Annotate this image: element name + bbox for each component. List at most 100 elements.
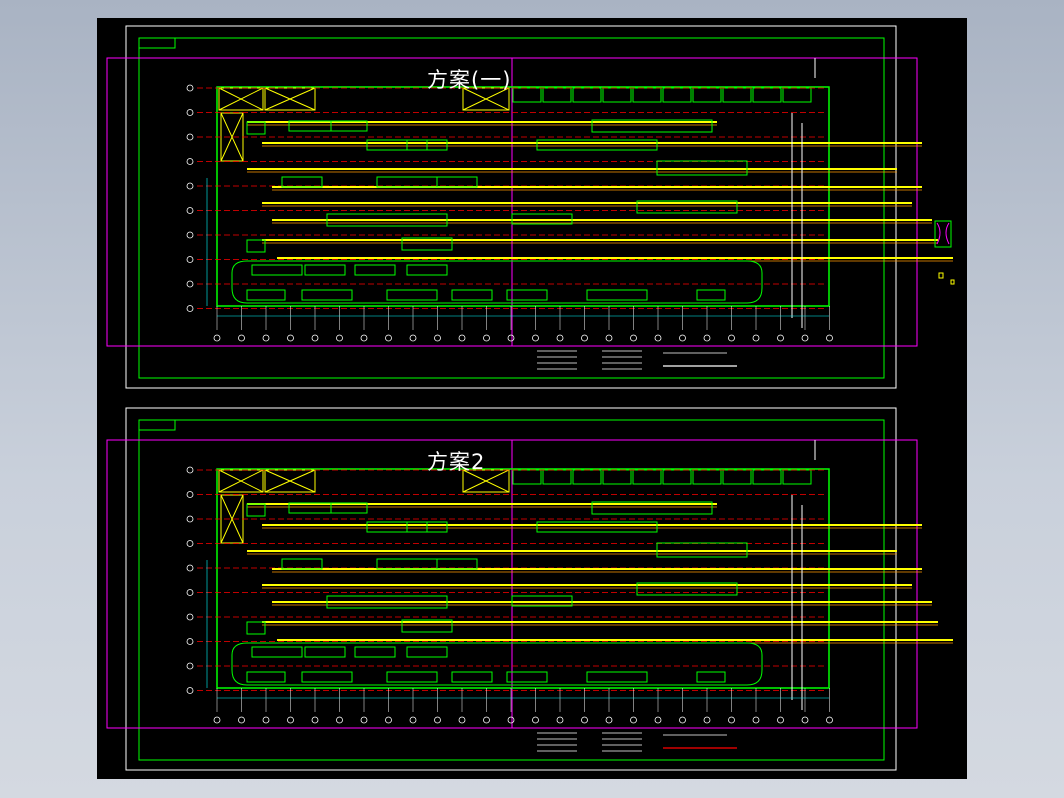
column-axis-marker [703, 716, 711, 724]
room-cell [512, 469, 542, 485]
row-axis-marker [186, 84, 194, 92]
title-tab [138, 419, 176, 431]
row-axis-marker [186, 515, 194, 523]
column-axis-marker [409, 716, 417, 724]
column-axis-marker [213, 334, 221, 342]
process-station [281, 558, 323, 570]
column-axis-marker [679, 716, 686, 724]
column-axis-marker [752, 716, 760, 724]
room-cell [572, 87, 602, 103]
room-cell [542, 469, 572, 485]
column-axis-marker [287, 334, 294, 342]
process-station [246, 503, 266, 517]
plan-1-title: 方案(一) [427, 68, 512, 92]
loop-station [386, 671, 438, 683]
column-axis-marker [605, 716, 613, 724]
loop-station [386, 289, 438, 301]
column-axis-marker [826, 334, 833, 342]
room-cell [512, 87, 542, 103]
column-axis-marker [238, 716, 245, 724]
column-axis-marker [262, 334, 270, 342]
row-axis-marker [186, 158, 194, 165]
column-axis-marker [581, 334, 588, 342]
column-axis-marker [483, 334, 490, 342]
column-axis-marker [728, 716, 735, 724]
row-axis-marker [186, 540, 194, 547]
loop-station [406, 264, 448, 276]
column-axis-marker [752, 334, 760, 342]
row-axis-marker [186, 231, 194, 239]
title-tab [138, 37, 176, 49]
room-cell [632, 469, 662, 485]
row-axis-marker [186, 182, 194, 190]
room-cell [722, 87, 752, 103]
room-cell [542, 87, 572, 103]
process-station [376, 558, 438, 570]
loop-station [451, 671, 493, 683]
column-axis-marker [213, 716, 221, 724]
column-axis-marker [630, 716, 637, 724]
row-axis-marker [186, 589, 194, 596]
legend-mark [938, 272, 944, 279]
column-axis-marker [360, 716, 368, 724]
process-station [281, 176, 323, 188]
room-cell [602, 87, 632, 103]
room-cell [782, 469, 812, 485]
column-axis-marker [336, 334, 343, 342]
sheet-frame [125, 407, 897, 771]
room-cell [572, 469, 602, 485]
loop-station [354, 646, 396, 658]
process-station [366, 521, 428, 533]
row-axis-marker [186, 256, 194, 263]
loop-station [696, 289, 726, 301]
cad-drawing [106, 25, 955, 771]
column-axis-marker [262, 716, 270, 724]
process-station [536, 521, 658, 533]
row-axis-marker [186, 280, 194, 288]
row-axis-marker [186, 207, 194, 214]
room-cell [752, 87, 782, 103]
room-cell [632, 87, 662, 103]
column-axis-marker [777, 716, 784, 724]
row-axis-marker [186, 638, 194, 645]
column-axis-marker [654, 716, 662, 724]
column-axis-marker [801, 334, 809, 342]
process-station [436, 558, 478, 570]
process-station [536, 139, 658, 151]
row-axis-marker [186, 109, 194, 116]
column-axis-marker [409, 334, 417, 342]
column-axis-marker [434, 716, 441, 724]
loop-station [246, 289, 286, 301]
process-station [376, 176, 438, 188]
column-axis-marker [458, 716, 466, 724]
room-cell [752, 469, 782, 485]
loop-station [406, 646, 448, 658]
column-axis-marker [630, 334, 637, 342]
column-axis-marker [238, 334, 245, 342]
loop-station [301, 289, 353, 301]
row-axis-marker [186, 687, 194, 694]
row-axis-marker [186, 466, 194, 474]
room-cell [692, 469, 722, 485]
cad-drawing-canvas[interactable]: 方案(一) 方案2 [97, 18, 967, 779]
column-axis-marker [287, 716, 294, 724]
column-axis-marker [826, 716, 833, 724]
column-axis-marker [434, 334, 441, 342]
loop-station [251, 646, 303, 658]
room-cell [662, 87, 692, 103]
loop-station [246, 671, 286, 683]
loop-station [304, 264, 346, 276]
process-station [366, 139, 428, 151]
column-axis-marker [801, 716, 809, 724]
column-axis-marker [507, 334, 515, 342]
row-axis-marker [186, 491, 194, 498]
room-cell [722, 469, 752, 485]
plan-1-sheet [106, 25, 953, 389]
process-station [246, 121, 266, 135]
column-axis-marker [532, 334, 539, 342]
loop-conveyor [231, 642, 763, 686]
column-axis-marker [703, 334, 711, 342]
column-axis-marker [507, 716, 515, 724]
process-station [246, 621, 266, 635]
loop-station [506, 671, 548, 683]
